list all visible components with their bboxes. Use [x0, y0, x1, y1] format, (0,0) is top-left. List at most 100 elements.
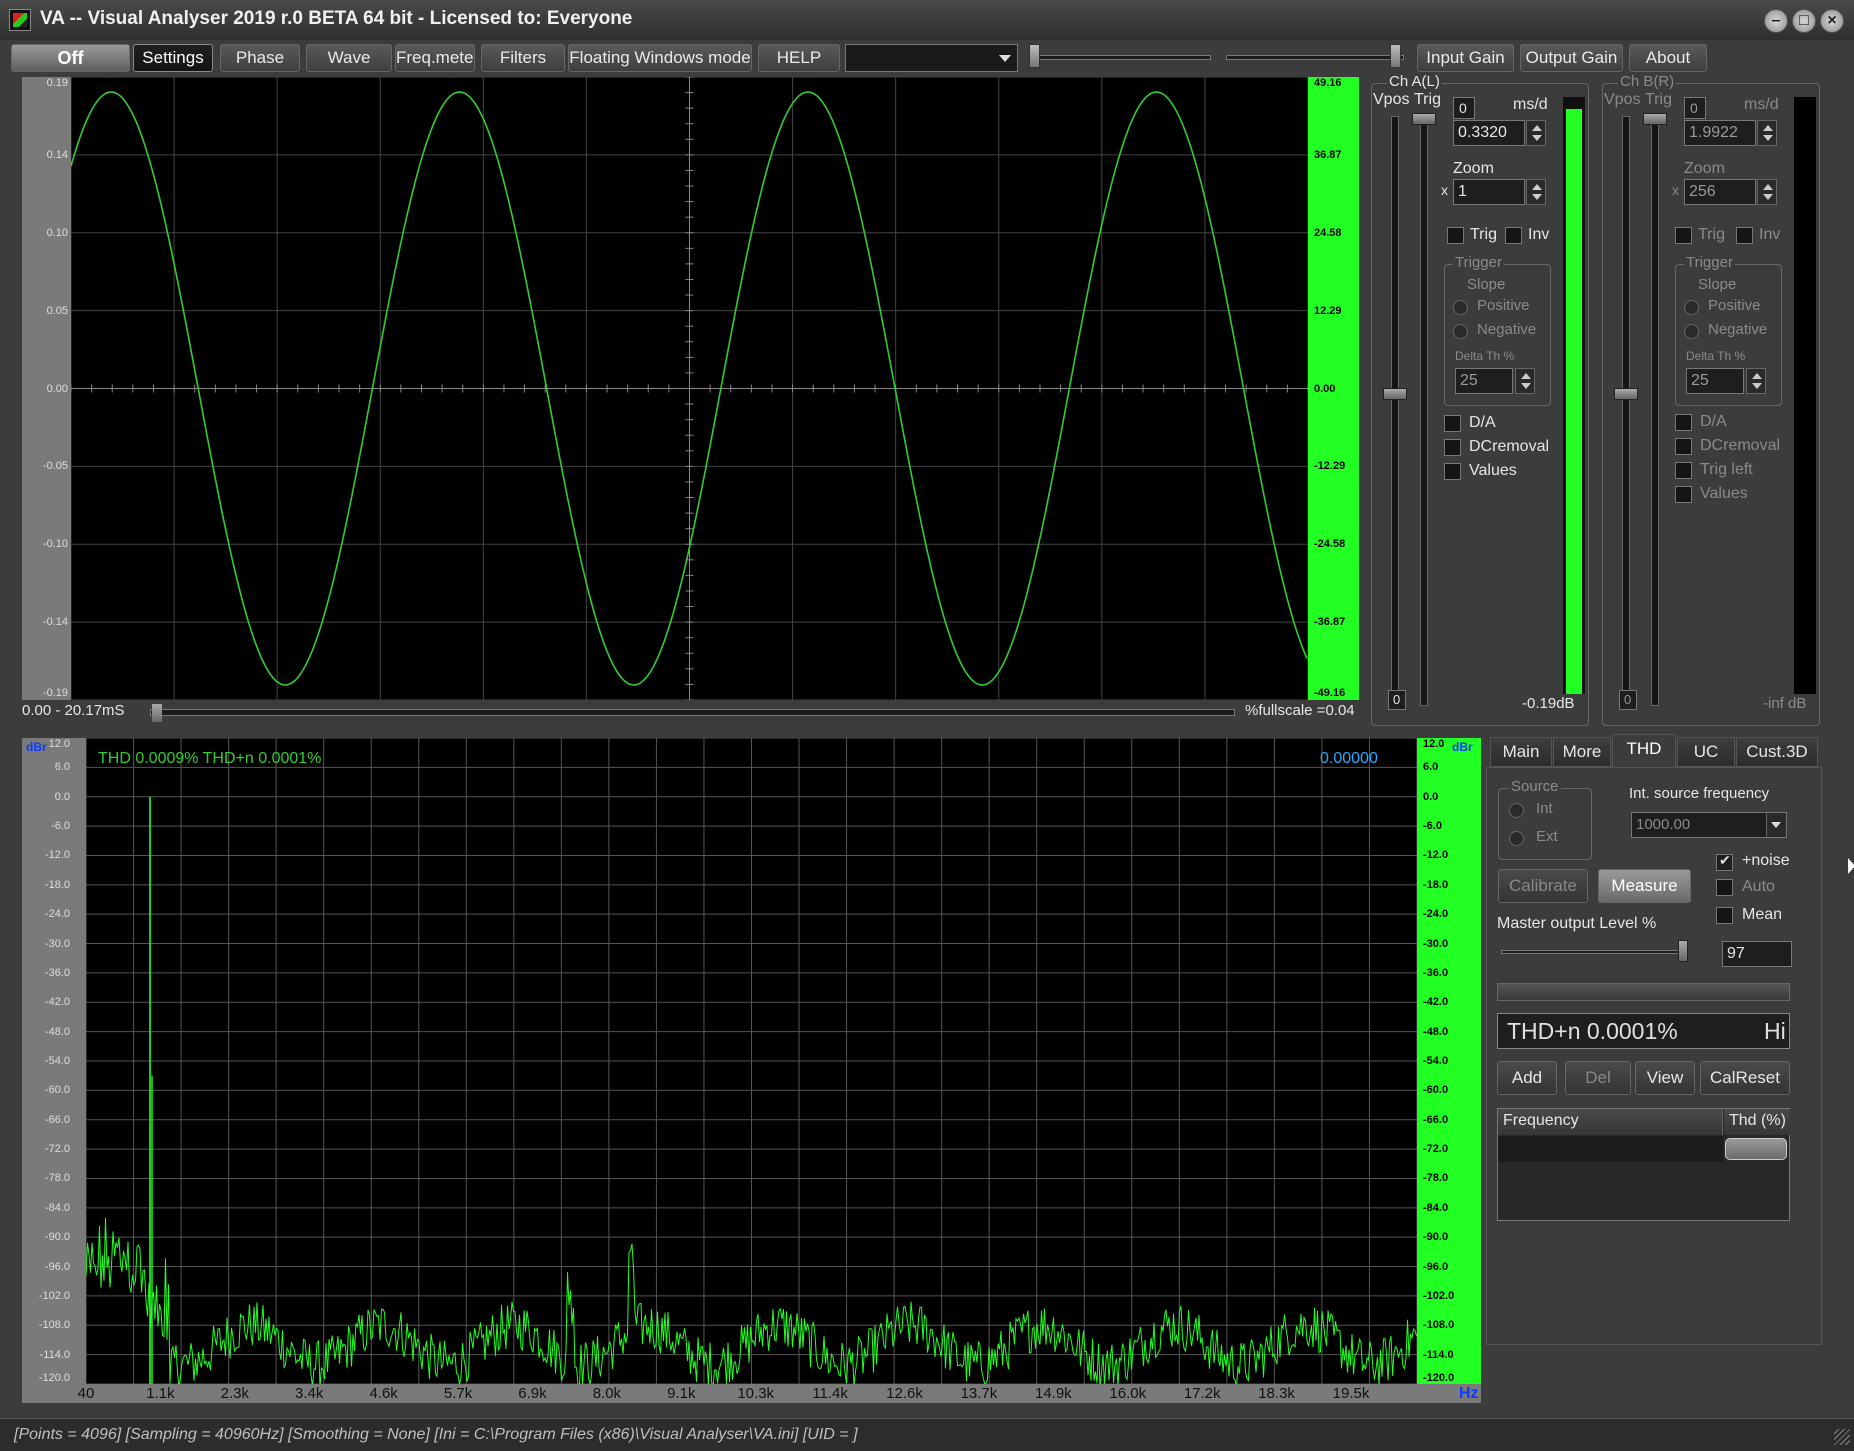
- thd-results-table: Frequency Thd (%): [1497, 1108, 1790, 1221]
- level-meter-a-fill: [1566, 108, 1582, 694]
- negative-label-b: Negative: [1708, 321, 1768, 338]
- about-button[interactable]: About: [1629, 44, 1707, 72]
- int-source-frequency-select[interactable]: 1000.00: [1631, 812, 1787, 838]
- freqmeter-button[interactable]: Freq.meter: [395, 44, 475, 72]
- tab-uc[interactable]: UC: [1677, 737, 1735, 767]
- trig-slider-b[interactable]: [1651, 116, 1659, 706]
- ms-per-div-spinner-b[interactable]: [1757, 120, 1777, 146]
- wave-button[interactable]: Wave: [306, 44, 392, 72]
- int-radio[interactable]: [1509, 803, 1524, 818]
- table-row[interactable]: [1498, 1136, 1723, 1162]
- vpos-thumb-a[interactable]: [1383, 388, 1407, 400]
- mean-checkbox[interactable]: [1716, 907, 1733, 924]
- zoom-input[interactable]: 1: [1453, 179, 1525, 205]
- measure-button[interactable]: Measure: [1598, 869, 1691, 903]
- ms-per-div-input-b[interactable]: 1.9922: [1684, 120, 1756, 146]
- trig-checkbox-b[interactable]: [1675, 227, 1692, 244]
- trig-thumb-a[interactable]: [1412, 113, 1436, 125]
- tab-more[interactable]: More: [1553, 737, 1611, 767]
- spectrum-x-tick: 17.2k: [1183, 1385, 1221, 1402]
- device-dropdown[interactable]: [845, 44, 1018, 72]
- trig-checkbox[interactable]: [1447, 227, 1464, 244]
- delta-th-spinner[interactable]: [1515, 368, 1535, 394]
- scope-y-tick: 0.05: [46, 304, 68, 317]
- resize-grip-icon[interactable]: [1834, 1429, 1850, 1445]
- level-readout-a: -0.19dB: [1522, 695, 1575, 712]
- tab-thd[interactable]: THD: [1612, 734, 1676, 768]
- vpos-thumb-b[interactable]: [1614, 388, 1638, 400]
- ms-per-div-spinner[interactable]: [1526, 120, 1546, 146]
- table-cell-thd[interactable]: [1725, 1138, 1787, 1160]
- help-button[interactable]: HELP: [758, 44, 840, 72]
- spectrum-y-tick: -66.0: [44, 1113, 70, 1126]
- trig-thumb-b[interactable]: [1643, 113, 1667, 125]
- calreset-button[interactable]: CalReset: [1700, 1061, 1790, 1095]
- delta-th-input-b[interactable]: 25: [1686, 368, 1744, 394]
- chA-zero-top[interactable]: 0: [1453, 97, 1475, 119]
- inv-checkbox-b[interactable]: [1736, 227, 1753, 244]
- trig-checkbox-label: Trig: [1470, 226, 1497, 243]
- input-gain-slider[interactable]: [1029, 44, 1211, 70]
- ms-per-div-input[interactable]: 0.3320: [1453, 120, 1525, 146]
- view-button[interactable]: View: [1635, 1061, 1695, 1095]
- master-output-level-slider[interactable]: [1501, 940, 1688, 962]
- add-button[interactable]: Add: [1497, 1061, 1557, 1095]
- chB-zero-top[interactable]: 0: [1684, 97, 1706, 119]
- output-gain-button[interactable]: Output Gain: [1520, 44, 1623, 72]
- negative-radio[interactable]: [1453, 324, 1468, 339]
- values-checkbox[interactable]: [1444, 463, 1461, 480]
- zoom-input-b[interactable]: 256: [1684, 179, 1756, 205]
- scope-y-tick: 0.14: [46, 148, 68, 161]
- time-scroll-thumb[interactable]: [152, 704, 162, 722]
- da-checkbox[interactable]: [1444, 415, 1461, 432]
- inv-checkbox[interactable]: [1505, 227, 1522, 244]
- phase-button[interactable]: Phase: [220, 44, 300, 72]
- del-button[interactable]: Del: [1565, 1061, 1631, 1095]
- spectrum-y-tick: -108.0: [38, 1319, 70, 1332]
- spectrum-y-tick: -12.0: [44, 849, 70, 862]
- da-checkbox-b[interactable]: [1675, 414, 1692, 431]
- settings-button[interactable]: Settings: [133, 44, 213, 72]
- trigleft-checkbox-b[interactable]: [1675, 462, 1692, 479]
- tab-main[interactable]: Main: [1490, 737, 1552, 767]
- tab-cust3d[interactable]: Cust.3D: [1736, 737, 1818, 767]
- filters-button[interactable]: Filters: [481, 44, 565, 72]
- dcremoval-checkbox-b[interactable]: [1675, 438, 1692, 455]
- spectrum-y-tick: 6.0: [54, 761, 70, 774]
- floating-windows-button[interactable]: Floating Windows mode: [568, 44, 752, 72]
- master-output-level-input[interactable]: 97: [1722, 941, 1792, 967]
- values-checkbox-b[interactable]: [1675, 486, 1692, 503]
- maximize-button[interactable]: □: [1792, 9, 1816, 33]
- auto-checkbox[interactable]: [1716, 879, 1733, 896]
- delta-th-spinner-b[interactable]: [1746, 368, 1766, 394]
- chA-zero-bottom[interactable]: 0: [1388, 690, 1406, 710]
- calibrate-button[interactable]: Calibrate: [1498, 869, 1588, 903]
- master-output-level-thumb[interactable]: [1678, 940, 1688, 962]
- master-output-level-label: Master output Level %: [1497, 915, 1657, 932]
- column-thd[interactable]: Thd (%): [1724, 1109, 1790, 1135]
- zoom-spinner[interactable]: [1526, 179, 1546, 205]
- spectrum-x-tick: 4.6k: [369, 1385, 398, 1402]
- zoom-label-b: Zoom: [1684, 160, 1725, 177]
- input-gain-button[interactable]: Input Gain: [1417, 44, 1514, 72]
- column-frequency[interactable]: Frequency: [1498, 1109, 1723, 1135]
- ext-radio[interactable]: [1509, 831, 1524, 846]
- noise-checkbox[interactable]: ✔: [1716, 852, 1733, 871]
- delta-th-input[interactable]: 25: [1455, 368, 1513, 394]
- zoom-spinner-b[interactable]: [1757, 179, 1777, 205]
- positive-radio[interactable]: [1453, 300, 1468, 315]
- positive-radio-b[interactable]: [1684, 300, 1699, 315]
- vpos-slider-b[interactable]: [1622, 116, 1630, 706]
- chB-zero-bottom[interactable]: 0: [1619, 690, 1637, 710]
- negative-radio-b[interactable]: [1684, 324, 1699, 339]
- dcremoval-checkbox[interactable]: [1444, 439, 1461, 456]
- time-scrollbar[interactable]: [150, 704, 1235, 722]
- minimize-button[interactable]: –: [1764, 9, 1788, 33]
- vpos-slider-a[interactable]: [1391, 116, 1399, 706]
- output-gain-slider[interactable]: [1226, 44, 1404, 70]
- trig-slider-a[interactable]: [1420, 116, 1428, 706]
- app-icon: [9, 9, 31, 31]
- spectrum-x-tick: 2.3k: [220, 1385, 249, 1402]
- off-button[interactable]: Off: [11, 44, 130, 72]
- close-button[interactable]: ×: [1820, 9, 1844, 33]
